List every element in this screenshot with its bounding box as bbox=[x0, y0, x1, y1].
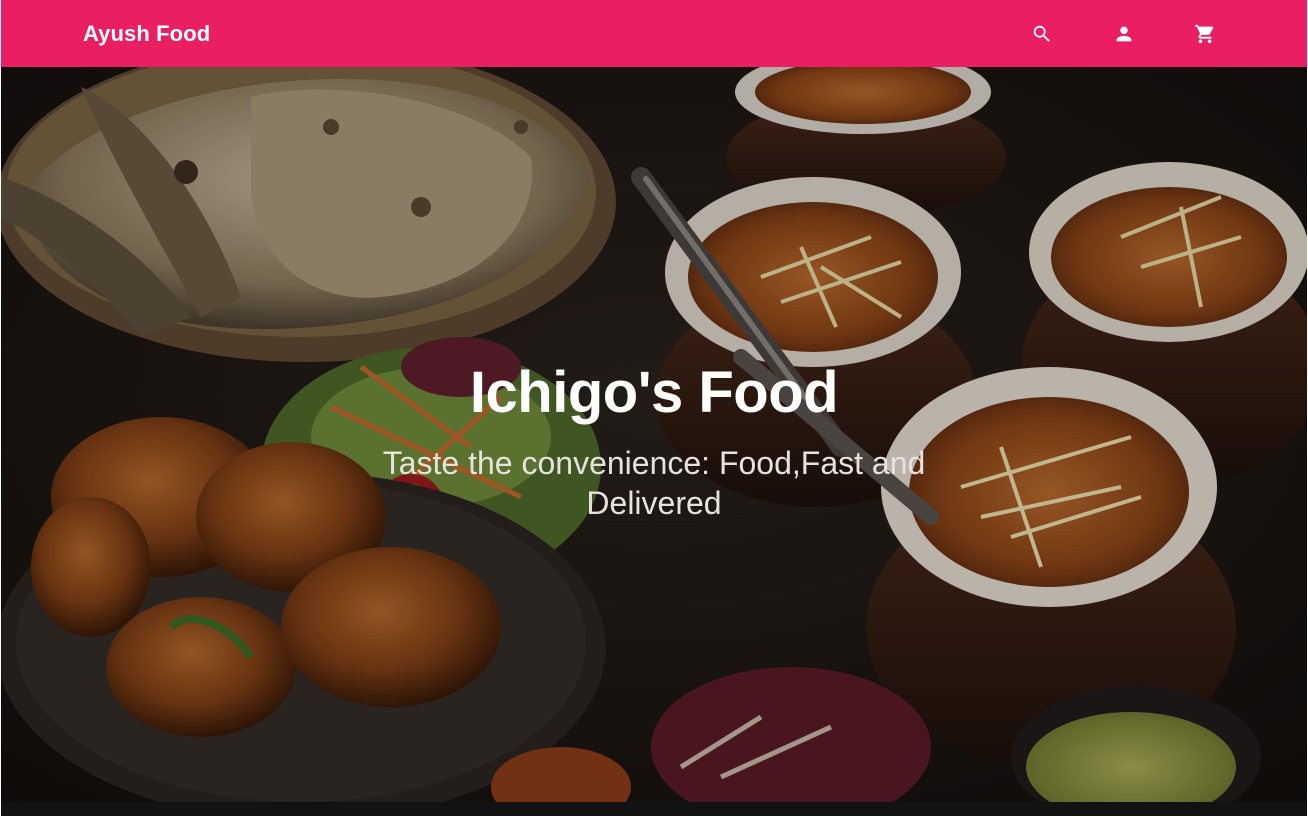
cart-icon bbox=[1194, 24, 1214, 44]
hero-subtitle: Taste the convenience: Food,Fast and Del… bbox=[382, 445, 926, 521]
app-frame: Ayush Food Ichigo's Food Taste the conve… bbox=[1, 0, 1307, 816]
brand-title[interactable]: Ayush Food bbox=[83, 21, 210, 47]
hero-banner: Ichigo's Food Taste the convenience: Foo… bbox=[1, 67, 1307, 802]
account-icon bbox=[1116, 26, 1132, 42]
account-button[interactable] bbox=[1112, 22, 1136, 46]
cart-button[interactable] bbox=[1193, 22, 1217, 46]
top-app-bar: Ayush Food bbox=[1, 0, 1307, 67]
search-button[interactable] bbox=[1030, 22, 1054, 46]
hero-title: Ichigo's Food bbox=[469, 360, 839, 425]
hero-text-block: Ichigo's Food Taste the convenience: Foo… bbox=[1, 67, 1307, 802]
next-section-edge bbox=[1, 802, 1307, 816]
search-icon bbox=[1033, 25, 1050, 42]
